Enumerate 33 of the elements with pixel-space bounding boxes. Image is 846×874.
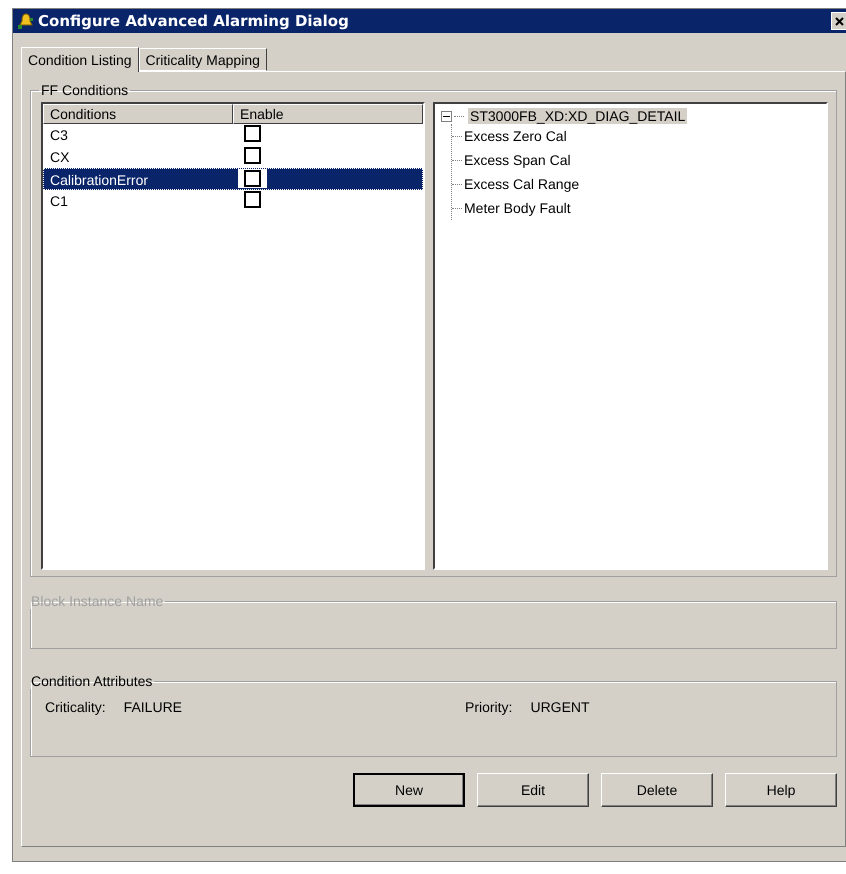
field-value: FAILURE [124, 699, 182, 715]
dialog-button[interactable]: Edit [477, 773, 589, 807]
enable-checkbox[interactable] [244, 147, 261, 164]
bell-icon [17, 12, 35, 30]
condition-name: CalibrationError [49, 172, 150, 188]
window-title: Configure Advanced Alarming Dialog [38, 12, 350, 30]
enable-checkbox[interactable] [244, 191, 261, 208]
dialog-button[interactable]: Delete [601, 773, 713, 807]
tab[interactable]: Criticality Mapping [138, 48, 267, 71]
condition-name: CX [49, 149, 70, 165]
list-row[interactable]: CalibrationError [43, 168, 423, 190]
field-label: Priority: [465, 699, 512, 715]
dialog-button[interactable]: New [353, 773, 465, 807]
tab[interactable]: Condition Listing [21, 47, 139, 72]
field-label: Criticality: [45, 699, 106, 715]
group-title: Condition Attributes [30, 673, 154, 689]
tree-node[interactable]: Excess Span Cal [464, 152, 571, 168]
column-header[interactable]: Conditions [43, 104, 233, 124]
tree-node[interactable]: Meter Body Fault [464, 200, 571, 216]
collapse-icon[interactable] [441, 110, 452, 122]
enable-checkbox[interactable] [244, 170, 261, 187]
close-icon[interactable] [831, 12, 846, 30]
column-header[interactable]: Enable [233, 104, 423, 124]
tree-node[interactable]: Excess Cal Range [464, 176, 580, 192]
condition-name: C3 [49, 127, 69, 143]
tree-node[interactable]: ST3000FB_XD:XD_DIAG_DETAIL [468, 108, 688, 124]
tree-node[interactable]: Excess Zero Cal [464, 128, 567, 144]
dialog-button[interactable]: Help [725, 773, 837, 807]
condition-name: C1 [49, 193, 69, 209]
enable-checkbox[interactable] [244, 125, 261, 142]
group-title: FF Conditions [40, 82, 130, 98]
field-value: URGENT [530, 699, 590, 715]
group-title: Block Instance Name [30, 593, 164, 609]
